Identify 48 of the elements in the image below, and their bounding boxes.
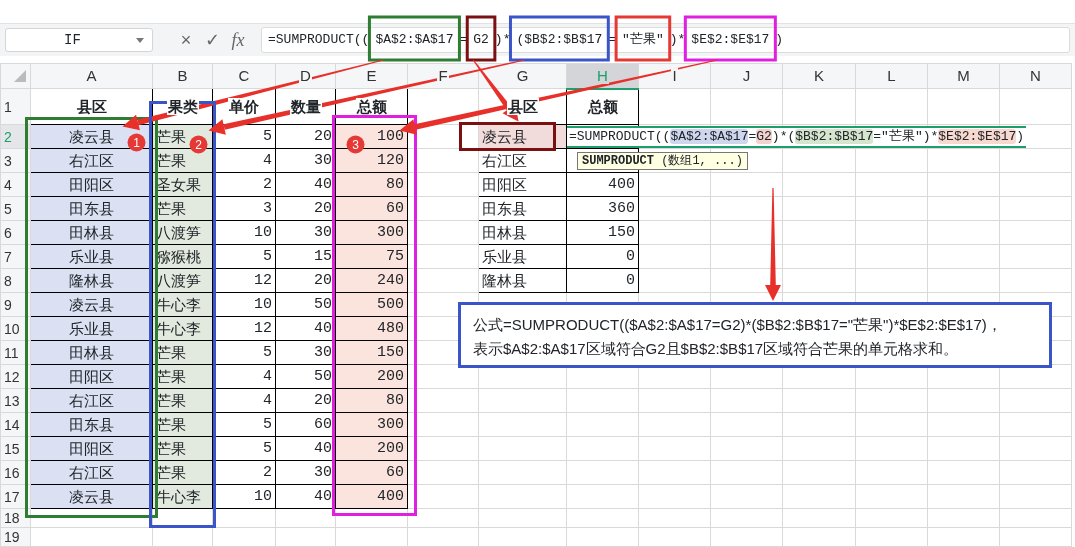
header-cell: 果类 — [166, 97, 199, 115]
table-cell: 30 — [275, 460, 336, 485]
header-cell: 总额 — [355, 97, 388, 115]
table-cell: 田阳区 — [478, 172, 567, 197]
select-all-icon[interactable] — [14, 70, 26, 82]
table-cell: 400 — [566, 172, 639, 197]
table-cell: 50 — [275, 364, 336, 389]
table-cell: 40 — [275, 316, 336, 341]
function-button[interactable]: fx — [225, 28, 251, 52]
row-header[interactable]: 1 — [0, 88, 31, 125]
table-cell: 0 — [566, 268, 639, 293]
header-cell: 单价 — [228, 97, 260, 115]
table-cell: 20 — [275, 268, 336, 293]
table-cell: 150 — [566, 220, 639, 245]
table-cell: 30 — [275, 340, 336, 365]
table-cell: 0 — [566, 244, 639, 269]
table-cell: 田东县 — [478, 196, 567, 221]
table-cell: 360 — [566, 196, 639, 221]
table-cell: 60 — [275, 412, 336, 437]
header-cell: 县区 — [506, 97, 539, 115]
cancel-button[interactable]: × — [173, 28, 199, 52]
confirm-button[interactable]: ✓ — [199, 28, 225, 52]
table-cell: 40 — [275, 484, 336, 509]
table-cell: 30 — [275, 148, 336, 173]
table-cell: 右江区 — [478, 148, 567, 173]
table-cell: 乐业县 — [478, 244, 567, 269]
number-badge: 1 — [127, 133, 146, 152]
number-badge: 3 — [346, 135, 365, 154]
note-line: 公式=SUMPRODUCT(($A$2:$A$17=G2)*($B$2:$B$17="芒果")*$E$2:$E$17)， — [473, 315, 1002, 335]
table-cell: 50 — [275, 292, 336, 317]
table-cell: 20 — [275, 196, 336, 221]
table-cell: 40 — [275, 172, 336, 197]
table-cell: 田林县 — [478, 220, 567, 245]
table-cell: 40 — [275, 436, 336, 461]
column-header[interactable]: I — [671, 67, 678, 84]
header-cell: 数量 — [289, 97, 322, 115]
header-cell: 县区 — [75, 97, 108, 115]
caret-icon — [136, 37, 144, 43]
header-cell: 总额 — [586, 97, 619, 115]
number-badge: 2 — [189, 135, 208, 154]
table-cell: 30 — [275, 220, 336, 245]
table-cell: 隆林县 — [478, 268, 567, 293]
name-box[interactable]: IF — [5, 28, 153, 52]
table-cell: 20 — [275, 124, 336, 149]
table-cell: 20 — [275, 388, 336, 413]
note-line: 表示$A$2:$A$17区域符合G2且$B$2:$B$17区域符合芒果的单元格求和。 — [473, 339, 959, 359]
function-tooltip: SUMPRODUCT (数组1, ...) — [577, 151, 748, 170]
table-cell: 15 — [275, 244, 336, 269]
